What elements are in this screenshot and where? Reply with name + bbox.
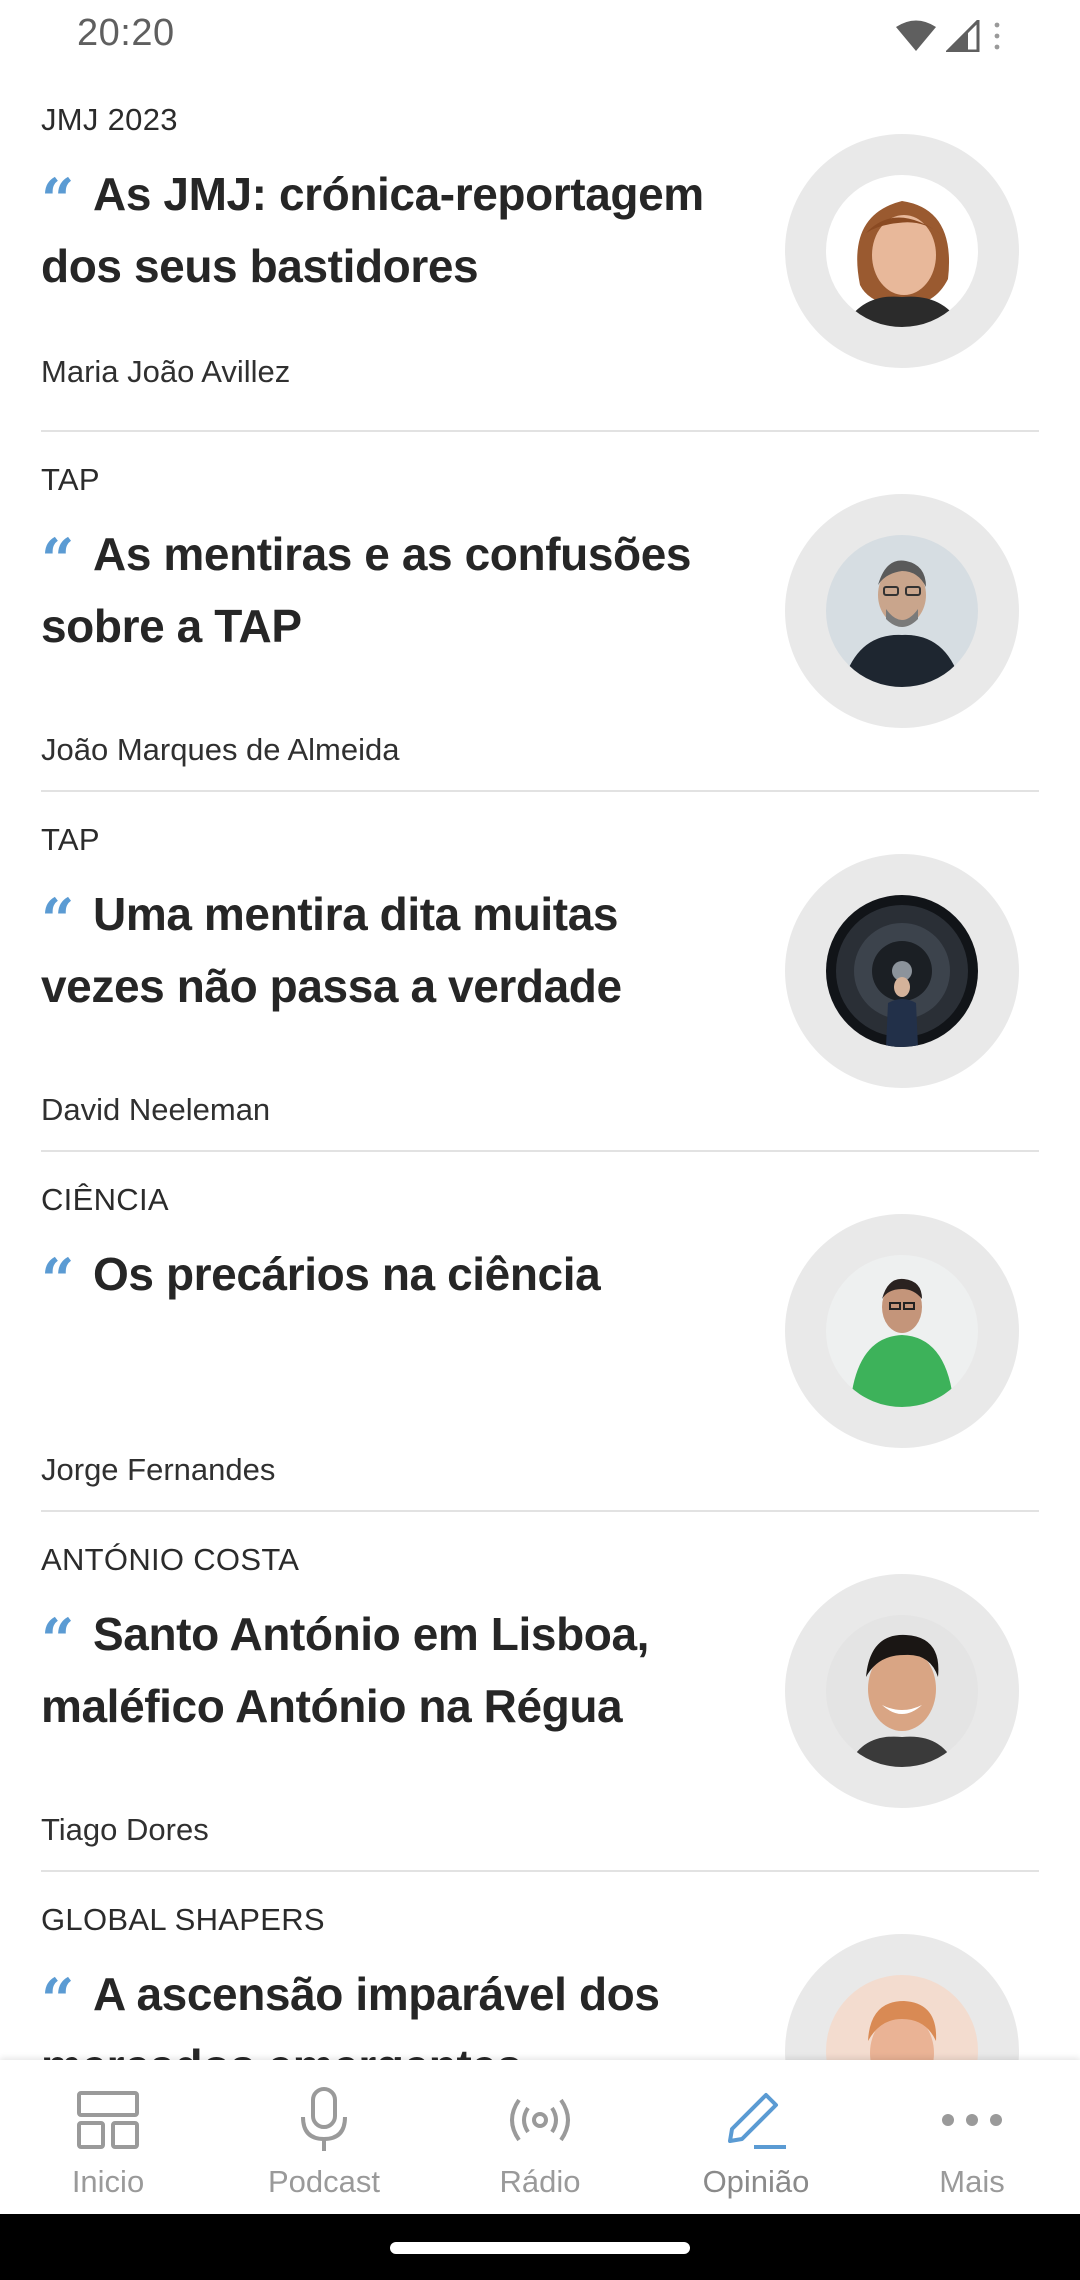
article-category: TAP (41, 822, 100, 857)
quote-icon: “ (41, 1966, 74, 2034)
article-card[interactable]: TAP “As mentiras e as confusões sobre a … (41, 432, 1039, 792)
article-card[interactable]: TAP “Uma mentira dita muitas vezes não p… (41, 792, 1039, 1152)
status-time: 20:20 (77, 12, 175, 54)
man-blond-portrait-avatar (826, 1975, 978, 2060)
cellular-signal-icon (946, 20, 980, 52)
nav-label: Opinião (702, 2164, 810, 2199)
article-card[interactable]: JMJ 2023 “As JMJ: crónica-reportagem dos… (41, 72, 1039, 432)
article-title[interactable]: “Uma mentira dita muitas vezes não passa… (41, 884, 741, 1017)
article-title[interactable]: “Santo António em Lisboa, maléfico Antón… (41, 1604, 741, 1737)
nav-label: Podcast (267, 2164, 380, 2199)
quote-icon: “ (41, 1246, 74, 1314)
pen-icon (720, 2084, 792, 2156)
opinion-feed[interactable]: JMJ 2023 “As JMJ: crónica-reportagem dos… (0, 72, 1080, 2060)
article-card[interactable]: ANTÓNIO COSTA “Santo António em Lisboa, … (41, 1512, 1039, 1872)
nav-item-podcast[interactable]: Podcast (216, 2060, 432, 2214)
article-title[interactable]: “As JMJ: crónica-reportagem dos seus bas… (41, 164, 741, 297)
quote-icon: “ (41, 526, 74, 594)
article-author: João Marques de Almeida (41, 732, 400, 767)
system-gesture-bar (0, 2214, 1080, 2280)
woman-portrait-avatar (826, 175, 978, 327)
article-card[interactable]: GLOBAL SHAPERS “A ascensão imparável dos… (41, 1872, 1039, 2060)
nav-item-mais[interactable]: Mais (864, 2060, 1080, 2214)
quote-icon: “ (41, 886, 74, 954)
home-gesture-handle[interactable] (390, 2242, 690, 2254)
author-avatar[interactable] (785, 494, 1019, 728)
man-smiling-portrait-avatar (826, 1615, 978, 1767)
article-category: TAP (41, 462, 100, 497)
author-avatar[interactable] (785, 134, 1019, 368)
man-jet-engine-portrait-avatar (826, 895, 978, 1047)
article-title[interactable]: “A ascensão imparável dos mercados emerg… (41, 1964, 741, 2060)
more-dots-icon (936, 2084, 1008, 2156)
nav-label: Rádio (499, 2164, 581, 2199)
article-card[interactable]: CIÊNCIA “Os precários na ciência Jorge F… (41, 1152, 1039, 1512)
article-title[interactable]: “As mentiras e as confusões sobre a TAP (41, 524, 741, 657)
overflow-dots-icon (994, 22, 1000, 50)
article-author: David Neeleman (41, 1092, 271, 1127)
nav-item-opiniao[interactable]: Opinião (648, 2060, 864, 2214)
nav-label: Inicio (71, 2164, 145, 2199)
author-avatar[interactable] (785, 1574, 1019, 1808)
nav-label: Mais (939, 2164, 1005, 2199)
article-author: Tiago Dores (41, 1812, 209, 1847)
article-author: Jorge Fernandes (41, 1452, 276, 1487)
article-title[interactable]: “Os precários na ciência (41, 1244, 741, 1316)
status-icons (896, 18, 1004, 54)
author-avatar[interactable] (785, 854, 1019, 1088)
article-category: JMJ 2023 (41, 102, 178, 137)
article-category: GLOBAL SHAPERS (41, 1902, 325, 1937)
quote-icon: “ (41, 1606, 74, 1674)
dashboard-icon (72, 2084, 144, 2156)
nav-item-radio[interactable]: Rádio (432, 2060, 648, 2214)
wifi-icon (896, 20, 936, 51)
author-avatar[interactable] (785, 1934, 1019, 2060)
article-category: ANTÓNIO COSTA (41, 1542, 300, 1577)
man-glasses-portrait-avatar (826, 535, 978, 687)
radio-broadcast-icon (504, 2084, 576, 2156)
article-author: Maria João Avillez (41, 354, 291, 389)
quote-icon: “ (41, 166, 74, 234)
nav-item-inicio[interactable]: Inicio (0, 2060, 216, 2214)
article-category: CIÊNCIA (41, 1182, 169, 1217)
author-avatar[interactable] (785, 1214, 1019, 1448)
microphone-icon (288, 2084, 360, 2156)
bottom-navigation: Inicio Podcast Rádio Opinião Mais (0, 2060, 1080, 2214)
status-bar: 20:20 (0, 0, 1080, 72)
man-green-sweater-portrait-avatar (826, 1255, 978, 1407)
